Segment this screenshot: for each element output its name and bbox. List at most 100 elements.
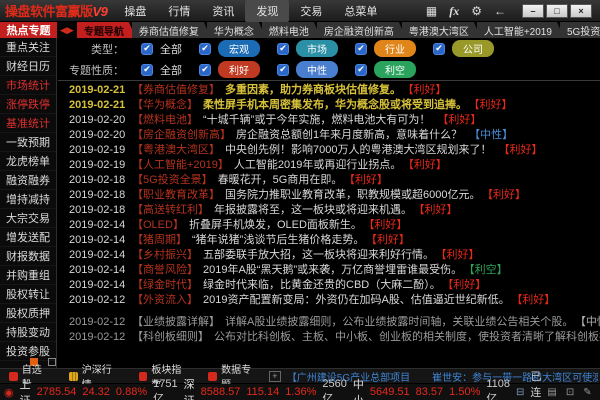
formula-fx-icon[interactable]: fx — [449, 5, 459, 17]
sidebar: 重点关注 财经日历 市场统计 涨停跌停 基准统计 一致预期 龙虎榜单 融资融券 … — [0, 38, 57, 368]
monitor-icon[interactable]: ⊡ — [566, 387, 574, 398]
sidebar-item-holdings-change[interactable]: 增持减持 — [0, 190, 56, 209]
news-row[interactable]: 2019-02-20【房企融资创新高】房企融资总额创1年来月度新高，意味着什么？… — [58, 128, 600, 143]
sidebar-item-shareholding-change[interactable]: 持股变动 — [0, 323, 56, 342]
sidebar-item-margin-trading[interactable]: 融资融券 — [0, 171, 56, 190]
checkbox-type-macro[interactable]: ✔ — [199, 43, 211, 55]
news-text: 柔性屏手机本周密集发布，华为概念股或将受到追捧。 — [203, 99, 467, 111]
tab-ai-2019[interactable]: 人工智能+2019 — [477, 22, 564, 38]
news-row[interactable]: 2019-02-14【绿金时代】绿金时代来临，比黄金还贵的CBD（大麻二酚）。【… — [58, 278, 600, 293]
chip-positive[interactable]: 利好 — [218, 61, 260, 78]
chip-neutral[interactable]: 中性 — [296, 61, 338, 78]
watchlist-icon — [9, 372, 18, 381]
sidebar-item-financial-reports[interactable]: 财报数据 — [0, 247, 56, 266]
checkbox-nature-negative[interactable]: ✔ — [355, 64, 367, 76]
news-row[interactable]: 2019-02-21【华为概念】柔性屏手机本周密集发布，华为概念股或将受到追捧。… — [58, 98, 600, 113]
filter-panel: 类型： ✔ 全部 ✔ 宏观 ✔ 市场 ✔ 行业 ✔ 公司 专题性质： ✔ 全部 … — [58, 38, 600, 80]
chip-macro[interactable]: 宏观 — [218, 40, 260, 57]
section-hot-topics[interactable]: 热点专题 — [0, 22, 57, 38]
news-topic-tag: 【券商估值修复】 — [132, 84, 220, 96]
news-row[interactable]: 2019-02-12【外资流入】2019资产配置新变局：外资仍在加码A股、估值逼… — [58, 293, 600, 308]
checkbox-type-market[interactable]: ✔ — [277, 43, 289, 55]
news-row[interactable]: 2019-02-20【燃料电池】“十城千辆”或于今年实施，燃料电池大有可为！【利… — [58, 113, 600, 128]
index-sme: 中小5649.5183.571.50%1108亿 — [353, 376, 510, 400]
sidebar-item-dragon-tiger-list[interactable]: 龙虎榜单 — [0, 152, 56, 171]
news-date: 2019-02-18 — [69, 203, 132, 218]
news-row[interactable]: 2019-02-14【乡村振兴】五部委联手放大招，这一板块将迎来利好行情。【利好… — [58, 248, 600, 263]
menu-jiaoyi[interactable]: 交易 — [289, 0, 333, 22]
news-text: 中央创先例！影响7000万人的粤港澳大湾区规划来了！ — [225, 144, 491, 156]
close-button[interactable]: × — [570, 4, 592, 18]
pen-icon[interactable]: ✎ — [583, 387, 591, 398]
panel-icon[interactable]: ▤ — [547, 387, 556, 398]
tab-broker-valuation[interactable]: 券商估值修复 — [132, 22, 211, 38]
news-row[interactable]: 2019-02-19【人工智能+2019】人工智能2019年或再迎行业拐点。【利… — [58, 158, 600, 173]
tab-fuel-cell[interactable]: 燃料电池 — [262, 22, 321, 38]
news-text: “十城千辆”或于今年实施，燃料电池大有可为！ — [203, 114, 430, 126]
checkbox-nature-positive[interactable]: ✔ — [199, 64, 211, 76]
sentiment-badge: 【利空】 — [469, 264, 508, 276]
sidebar-item-consensus[interactable]: 一致预期 — [0, 133, 56, 152]
news-date: 2019-02-20 — [69, 128, 132, 143]
news-text: 五部委联手放大招，这一板块将迎来利好行情。 — [203, 249, 434, 261]
news-row[interactable]: 2019-02-19【粤港澳大湾区】中央创先例！影响7000万人的粤港澳大湾区规… — [58, 143, 600, 158]
tab-property-financing[interactable]: 房企融资创新高 — [317, 22, 406, 38]
sidebar-item-issuance[interactable]: 增发送配 — [0, 228, 56, 247]
checkbox-nature-neutral[interactable]: ✔ — [277, 64, 289, 76]
filter-type-all-label[interactable]: 全部 — [160, 41, 182, 57]
news-row[interactable]: 2019-02-18【职业教育改革】国务院力推职业教育改革，职教规模或超6000… — [58, 188, 600, 203]
news-row[interactable]: 2019-02-18【5G投资全景】春暖花开，5G商用在即。【利好】 — [58, 173, 600, 188]
news-row[interactable]: 2019-02-14【商誉风险】2019年A股“黑天鹅”或来袭，万亿商誉埋雷谁最… — [58, 263, 600, 278]
menu-zixun[interactable]: 资讯 — [201, 0, 245, 22]
sidebar-item-finance-calendar[interactable]: 财经日历 — [0, 57, 56, 76]
sidebar-item-block-trades[interactable]: 大宗交易 — [0, 209, 56, 228]
sidebar-item-benchmark-stats[interactable]: 基准统计 — [0, 114, 56, 133]
menu-faxian[interactable]: 发现 — [245, 0, 289, 22]
gear-icon[interactable]: ⚙ — [471, 5, 482, 17]
news-row[interactable]: 2019-02-14【猪周期】“猪年说猪”浅谈节后生猪价格走势。【利好】 — [58, 233, 600, 248]
sidebar-item-equity-pledge[interactable]: 股权质押 — [0, 304, 56, 323]
news-row[interactable]: 2019-02-12【业绩披露详解】详解A股业绩披露细则，公布业绩披露时间轴，关… — [58, 315, 600, 330]
tab-bar: 热点专题 ◀▶ 专题导航 券商估值修复 华为概念 燃料电池 房企融资创新高 粤港… — [0, 22, 600, 38]
index-change: 24.32 — [82, 386, 110, 398]
tab-topic-nav[interactable]: 专题导航 — [77, 22, 136, 38]
tab-scroll-arrows-icon[interactable]: ◀▶ — [57, 22, 77, 38]
tab-huawei-concept[interactable]: 华为概念 — [207, 22, 266, 38]
sidebar-item-key-focus[interactable]: 重点关注 — [0, 38, 56, 57]
chip-industry[interactable]: 行业 — [374, 40, 416, 57]
news-row[interactable]: 2019-02-18【高送转红利】年报披露将至，这一板块或将迎来机遇。【利好】 — [58, 203, 600, 218]
sidebar-item-market-stats[interactable]: 市场统计 — [0, 76, 56, 95]
news-row[interactable]: 2019-02-14【OLED】折叠屏手机焕发，OLED面板新生。【利好】 — [58, 218, 600, 233]
news-text: 房企融资总额创1年来月度新高，意味着什么？ — [236, 129, 462, 141]
menu-caopan[interactable]: 操盘 — [113, 0, 157, 22]
news-row[interactable]: 2019-02-12【科创板细则】公布对比科创板、主板、中小板、创业板的相关制度… — [58, 330, 600, 345]
chip-company[interactable]: 公司 — [452, 40, 494, 57]
layout-grid-icon[interactable]: ▦ — [426, 5, 437, 17]
checkbox-type-industry[interactable]: ✔ — [355, 43, 367, 55]
menu-zongcaidan[interactable]: 总菜单 — [333, 0, 388, 22]
sidebar-item-limit-up-down[interactable]: 涨停跌停 — [0, 95, 56, 114]
news-topic-tag: 【华为概念】 — [132, 99, 198, 111]
filter-nature-all-label[interactable]: 全部 — [160, 62, 182, 78]
news-date: 2019-02-21 — [69, 83, 132, 98]
maximize-button[interactable]: □ — [546, 4, 568, 18]
chip-negative[interactable]: 利空 — [374, 61, 416, 78]
news-date: 2019-02-12 — [69, 330, 132, 345]
tab-5g-investment[interactable]: 5G投资全景 — [560, 22, 600, 38]
sidebar-item-equity-transfer[interactable]: 股权转让 — [0, 285, 56, 304]
menu-hangqing[interactable]: 行情 — [157, 0, 201, 22]
minimize-button[interactable]: – — [522, 4, 544, 18]
tab-greater-bay-area[interactable]: 粤港澳大湾区 — [402, 22, 481, 38]
news-row[interactable]: 2019-02-21【券商估值修复】多重因素，助力券商板块估值修复。【利好】 — [58, 83, 600, 98]
sidebar-item-mergers[interactable]: 并购重组 — [0, 266, 56, 285]
news-topic-tag: 【5G投资全景】 — [132, 174, 213, 186]
app-window: 操盘软件富赢版V9 操盘 行情 资讯 发现 交易 总菜单 ▦ fx ⚙ ← – … — [0, 0, 600, 400]
sentiment-badge: 【利好】 — [369, 219, 408, 231]
chip-market[interactable]: 市场 — [296, 40, 338, 57]
checkbox-nature-all[interactable]: ✔ — [141, 64, 153, 76]
checkbox-type-company[interactable]: ✔ — [433, 43, 445, 55]
news-date: 2019-02-14 — [69, 218, 132, 233]
sentiment-badge: 【利好】 — [448, 279, 487, 291]
checkbox-type-all[interactable]: ✔ — [141, 43, 153, 55]
back-arrow-icon[interactable]: ← — [494, 5, 506, 17]
